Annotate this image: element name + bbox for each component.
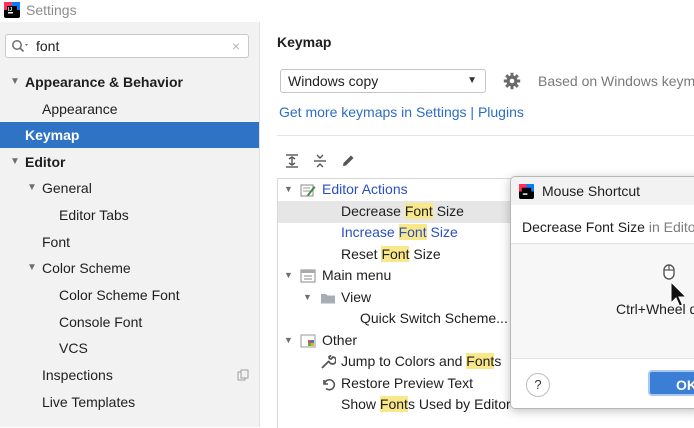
tree-row-label: Increase Font Size xyxy=(341,222,458,244)
sidebar-item-editor[interactable]: ▼ Editor xyxy=(0,149,259,175)
label-fragment: Editor Actions xyxy=(322,181,408,197)
dialog-title: Mouse Shortcut xyxy=(542,183,641,199)
expanded-arrow-icon[interactable]: ▼ xyxy=(303,287,312,309)
label-fragment: Increase xyxy=(341,224,399,240)
sidebar-item-general[interactable]: ▼ General xyxy=(0,175,259,201)
tree-row-label: View xyxy=(341,287,371,309)
expand-all-icon[interactable] xyxy=(284,153,300,169)
based-on-text: Based on Windows keyma xyxy=(538,73,694,89)
label-fragment: s xyxy=(494,353,502,369)
sidebar-item-appearance[interactable]: Appearance xyxy=(0,96,259,122)
tree-row-label: Decrease Font Size xyxy=(341,201,464,223)
sidebar-item-console-font[interactable]: Console Font xyxy=(0,309,259,335)
label-fragment: Jump to Colors and xyxy=(341,353,467,369)
ok-button[interactable]: OK xyxy=(648,370,694,396)
clear-search-icon[interactable]: × xyxy=(232,38,240,54)
tree-row-label: Main menu xyxy=(322,265,391,287)
dialog-title-bar: Mouse Shortcut xyxy=(511,177,694,205)
window-title: Settings xyxy=(26,2,77,18)
intellij-logo-icon: IJ xyxy=(4,2,20,18)
tree-row-label: Show Fonts Used by Editor xyxy=(341,394,511,416)
tree-row-label: Jump to Colors and Fonts xyxy=(341,351,501,373)
shortcut-text: Ctrl+Wheel d xyxy=(616,301,694,317)
expanded-arrow-icon[interactable]: ▼ xyxy=(284,330,293,352)
label-fragment: Show xyxy=(341,396,380,412)
sidebar-item-keymap[interactable]: Keymap xyxy=(0,122,259,148)
svg-text:IJ: IJ xyxy=(8,7,12,13)
help-button[interactable]: ? xyxy=(526,373,550,397)
divider xyxy=(277,135,694,136)
action-context: in Editor xyxy=(648,219,694,235)
label-fragment: Restore Preview Text xyxy=(341,375,474,391)
search-highlight: Font xyxy=(466,353,495,369)
edit-pencil-icon[interactable] xyxy=(340,153,356,169)
label-fragment: Quick Switch Scheme... xyxy=(360,310,508,326)
label-fragment: Size xyxy=(426,224,458,240)
expanded-arrow-icon[interactable]: ▼ xyxy=(27,175,37,201)
search-highlight: Font xyxy=(398,224,427,240)
label-fragment: Other xyxy=(322,332,358,348)
search-highlight: Font xyxy=(379,396,408,412)
keymap-select[interactable]: Windows copy ▼ xyxy=(280,69,486,93)
expanded-arrow-icon[interactable]: ▼ xyxy=(27,255,37,281)
sidebar-item-live-templates[interactable]: Live Templates xyxy=(0,389,259,415)
label-fragment: View xyxy=(341,289,372,305)
tree-row-label: Quick Switch Scheme... xyxy=(360,308,508,330)
gear-icon[interactable] xyxy=(503,72,521,90)
other-icon xyxy=(300,334,316,348)
editor-actions-icon xyxy=(300,184,316,197)
label-fragment: s Used by Editor xyxy=(407,396,511,412)
label-fragment: Size xyxy=(409,246,441,262)
label-fragment: Size xyxy=(432,203,464,219)
settings-sidebar: font × ▼ Appearance & Behavior Appearanc… xyxy=(0,22,260,427)
chevron-down-icon: ▼ xyxy=(467,75,477,86)
keymap-select-value: Windows copy xyxy=(288,73,379,89)
search-input[interactable]: font × xyxy=(5,34,249,58)
sidebar-item-color-scheme[interactable]: ▼ Color Scheme xyxy=(0,255,259,281)
tree-row-label: Other xyxy=(322,330,357,352)
menu-icon xyxy=(300,269,316,283)
search-value[interactable]: font xyxy=(36,38,59,54)
sidebar-item-appearance-behavior[interactable]: ▼ Appearance & Behavior xyxy=(0,69,259,95)
expanded-arrow-icon[interactable]: ▼ xyxy=(284,179,293,201)
sidebar-item-color-scheme-font[interactable]: Color Scheme Font xyxy=(0,282,259,308)
intellij-logo-icon xyxy=(519,184,534,199)
label-fragment: Main menu xyxy=(322,267,392,283)
search-highlight: Font xyxy=(381,246,410,262)
wrench-icon xyxy=(321,355,336,369)
window-title-bar: IJ Settings xyxy=(0,0,694,22)
undo-icon xyxy=(323,379,336,391)
sidebar-item-vcs[interactable]: VCS xyxy=(0,335,259,361)
search-icon xyxy=(12,40,28,53)
collapse-all-icon[interactable] xyxy=(312,153,328,169)
tree-row-label: Editor Actions xyxy=(322,179,408,201)
label-fragment: Decrease xyxy=(341,203,405,219)
dialog-action-label: Decrease Font Size in Editor xyxy=(522,219,694,235)
sidebar-item-editor-tabs[interactable]: Editor Tabs xyxy=(0,202,259,228)
folder-icon xyxy=(321,294,335,304)
mouse-shortcut-dialog: Mouse Shortcut Decrease Font Size in Edi… xyxy=(510,176,694,409)
sidebar-item-inspections[interactable]: Inspections xyxy=(0,362,259,388)
page-title: Keymap xyxy=(277,34,332,50)
label-fragment: Reset xyxy=(341,246,382,262)
mouse-icon xyxy=(663,264,675,280)
action-name: Decrease Font Size xyxy=(522,219,645,235)
expanded-arrow-icon[interactable]: ▼ xyxy=(10,149,20,175)
expanded-arrow-icon[interactable]: ▼ xyxy=(284,265,293,287)
copy-settings-icon xyxy=(237,369,249,381)
search-highlight: Font xyxy=(404,203,433,219)
sidebar-item-font[interactable]: Font xyxy=(0,229,259,255)
tree-row-label: Reset Font Size xyxy=(341,244,441,266)
get-more-keymaps-link[interactable]: Get more keymaps in Settings | Plugins xyxy=(279,104,524,120)
tree-row-label: Restore Preview Text xyxy=(341,373,473,395)
expanded-arrow-icon[interactable]: ▼ xyxy=(10,69,20,95)
